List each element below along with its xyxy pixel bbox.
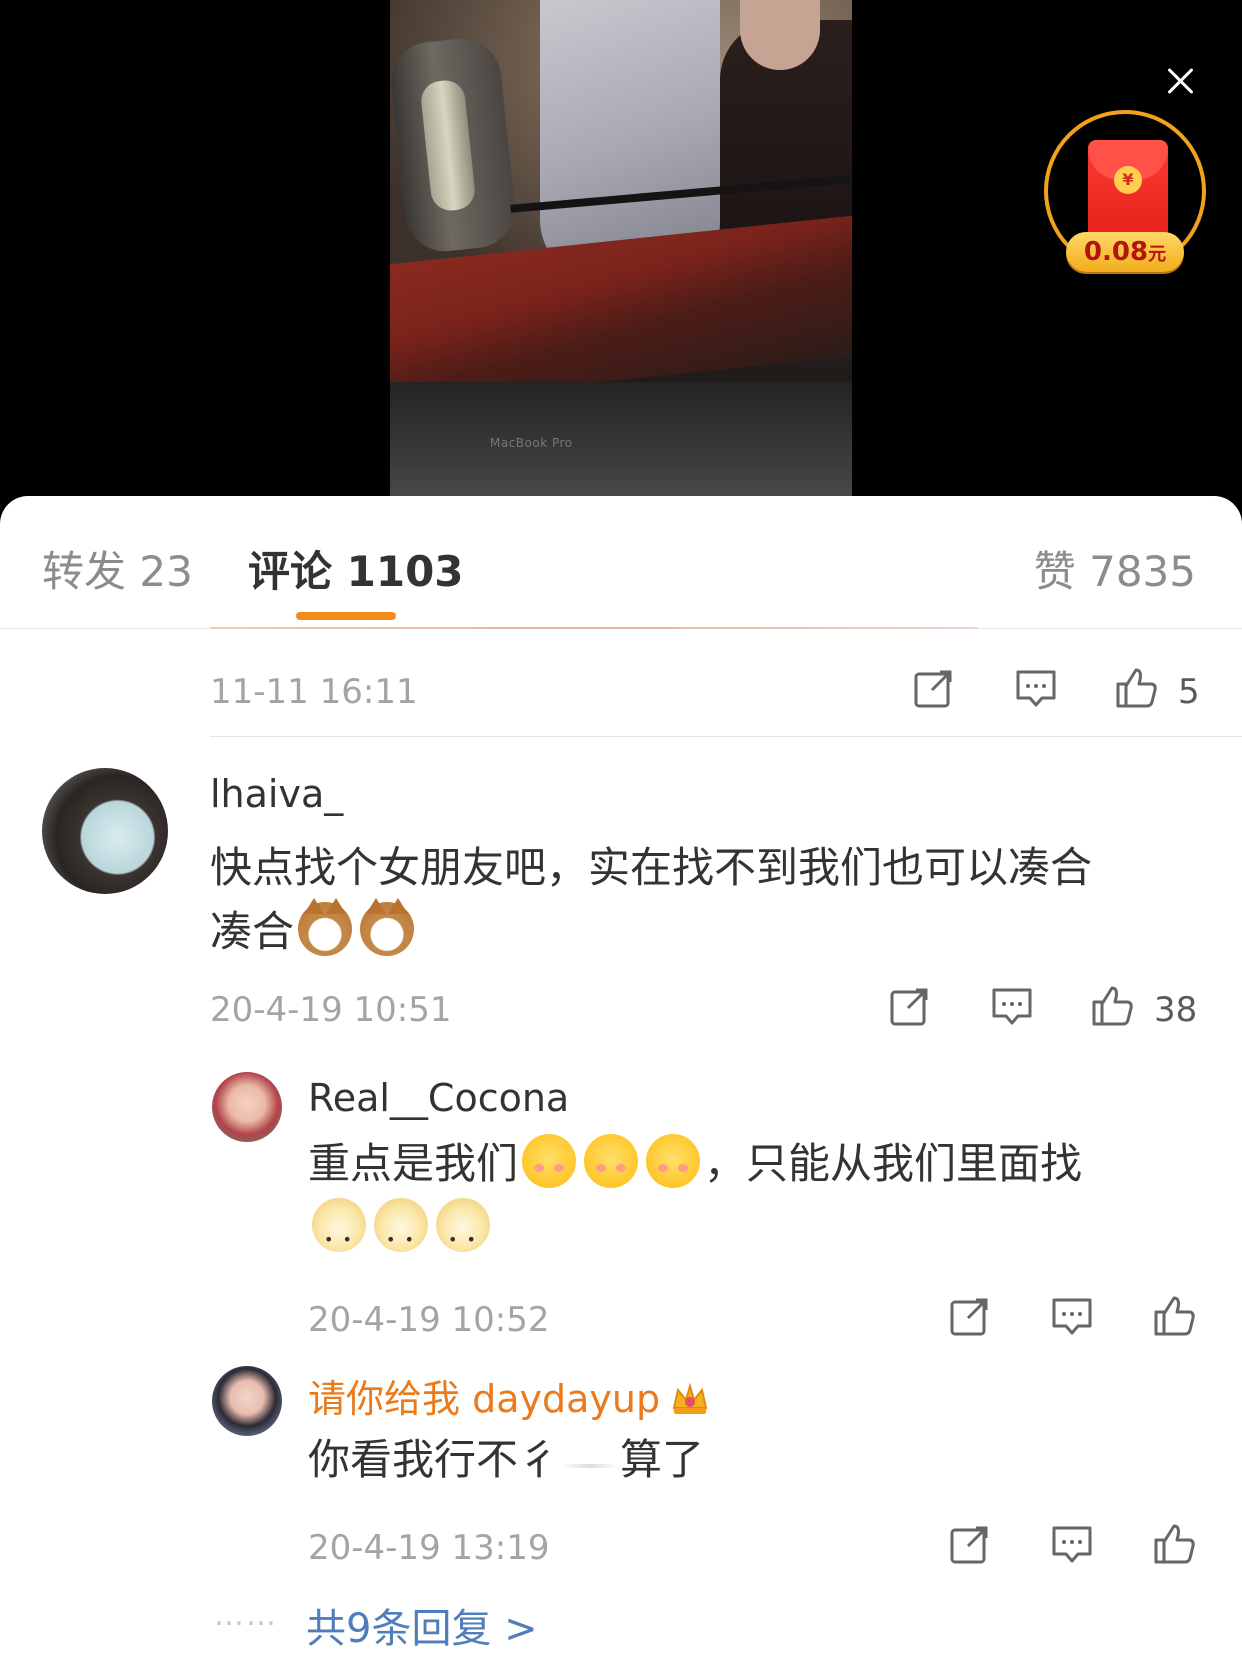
- video-player[interactable]: MacBook Pro ¥ 0.08元: [0, 0, 1242, 510]
- more-replies-link[interactable]: 共9条回复 >: [306, 1596, 538, 1654]
- reply-username-text: 请你给我 daydayup: [308, 1377, 661, 1421]
- microphone: [390, 34, 519, 256]
- like-count: 38: [1154, 990, 1198, 1030]
- coin-icon: ¥: [1114, 166, 1142, 194]
- share-icon[interactable]: [910, 664, 958, 712]
- hug-emoji-icon: [646, 1134, 701, 1188]
- reply-meta-row: 20-4-19 10:52: [308, 1286, 1208, 1346]
- reply-meta-row: 20-4-19 13:19: [308, 1514, 1208, 1574]
- tab-bar: 转发 23 评论 1103 赞 7835: [0, 496, 1242, 629]
- tab-comments[interactable]: 评论 1103: [248, 538, 464, 599]
- reply-text: 重点是我们 ，只能从我们里面找: [308, 1132, 1208, 1272]
- cat-emoji-icon: [360, 898, 415, 956]
- microphone-grille: [419, 78, 477, 213]
- reply-text-part: 算了: [620, 1435, 705, 1484]
- avatar[interactable]: [42, 768, 168, 894]
- red-packet-button[interactable]: ¥ 0.08元: [1044, 110, 1206, 272]
- avatar[interactable]: [212, 1072, 282, 1142]
- share-icon[interactable]: [886, 982, 934, 1030]
- laptop-brand: MacBook Pro: [490, 436, 573, 450]
- doge-emoji-icon: [436, 1198, 490, 1272]
- active-tab-indicator: [296, 612, 396, 620]
- cat-emoji-icon: [298, 898, 353, 956]
- comment-username[interactable]: lhaiva_: [210, 772, 343, 816]
- reply-text-part: ，只能从我们里面找: [704, 1139, 1083, 1188]
- reply-text-part: 你看我行不彳: [308, 1435, 561, 1484]
- comment-meta-row: 11-11 16:11 5: [210, 658, 1210, 718]
- video-frame[interactable]: MacBook Pro: [390, 0, 852, 496]
- reply-text-part: 重点是我们: [308, 1139, 519, 1188]
- close-icon[interactable]: [1166, 66, 1196, 96]
- divider: [210, 736, 1242, 737]
- comment-time: 20-4-19 10:51: [210, 990, 452, 1030]
- comment-text-line-2-text: 凑合: [210, 907, 295, 956]
- reply-username[interactable]: Real__Cocona: [308, 1076, 569, 1120]
- tab-likes[interactable]: 赞 7835: [1034, 538, 1196, 599]
- reply-username[interactable]: 请你给我 daydayup: [308, 1368, 710, 1423]
- share-icon[interactable]: [946, 1292, 994, 1340]
- reply-icon[interactable]: [988, 982, 1036, 1030]
- red-packet-amount-value: 0.08: [1083, 237, 1149, 267]
- reply-icon[interactable]: [1048, 1292, 1096, 1340]
- laptop-bezel: [390, 382, 852, 496]
- strike-mark: [560, 1464, 621, 1468]
- like-icon[interactable]: [1112, 664, 1160, 712]
- avatar[interactable]: [212, 1366, 282, 1436]
- like-icon[interactable]: [1150, 1520, 1198, 1568]
- more-replies-dots: ……: [214, 1598, 278, 1633]
- previous-content-edge: [210, 627, 978, 629]
- hug-emoji-icon: [522, 1134, 577, 1188]
- like-icon[interactable]: [1150, 1292, 1198, 1340]
- like-count: 5: [1178, 672, 1200, 712]
- reply-text-line-1: 重点是我们 ，只能从我们里面找: [308, 1132, 1208, 1196]
- reply-time: 20-4-19 10:52: [308, 1300, 550, 1340]
- reply-text-line-2: [308, 1196, 1208, 1272]
- comment-text-line-2: 凑合: [210, 898, 1210, 964]
- comment-meta-row: 20-4-19 10:51 38: [210, 976, 1210, 1036]
- comment-text: 快点找个女朋友吧，实在找不到我们也可以凑合 凑合: [210, 836, 1210, 964]
- crown-badge-icon: [672, 1382, 708, 1414]
- red-packet-amount-unit: 元: [1148, 244, 1167, 265]
- share-icon[interactable]: [946, 1520, 994, 1568]
- reply-icon[interactable]: [1048, 1520, 1096, 1568]
- tab-forward[interactable]: 转发 23: [42, 538, 193, 599]
- like-icon[interactable]: [1088, 982, 1136, 1030]
- doge-emoji-icon: [312, 1198, 366, 1272]
- reply-text: 你看我行不彳 算了: [308, 1428, 1208, 1492]
- hug-emoji-icon: [584, 1134, 639, 1188]
- reply-icon[interactable]: [1012, 664, 1060, 712]
- comment-text-line-1: 快点找个女朋友吧，实在找不到我们也可以凑合: [210, 843, 1093, 892]
- red-packet-amount: 0.08元: [1066, 232, 1184, 272]
- doge-emoji-icon: [374, 1198, 428, 1272]
- comment-time: 11-11 16:11: [210, 672, 418, 712]
- reply-time: 20-4-19 13:19: [308, 1528, 550, 1568]
- red-packet-icon: ¥: [1088, 140, 1168, 242]
